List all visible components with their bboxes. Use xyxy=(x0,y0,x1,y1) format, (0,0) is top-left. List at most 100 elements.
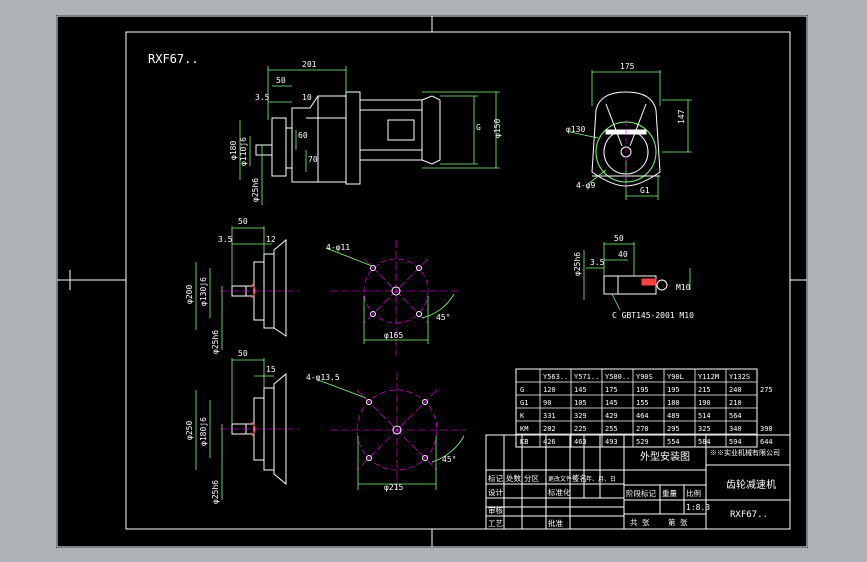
svg-text:12: 12 xyxy=(266,235,276,244)
motor-table-cell: 90 xyxy=(543,399,551,407)
svg-text:3.5: 3.5 xyxy=(255,93,270,102)
svg-text:φ150: φ150 xyxy=(493,119,502,138)
svg-text:4-φ13.5: 4-φ13.5 xyxy=(306,373,340,382)
svg-text:φ250: φ250 xyxy=(185,421,194,440)
motor-table-cell: 120 xyxy=(543,386,556,394)
svg-text:60: 60 xyxy=(298,131,308,140)
motor-table-header: Y90L xyxy=(667,373,684,381)
drawing-sheet xyxy=(56,15,808,548)
motor-table-header: Y571.. xyxy=(574,373,599,381)
svg-text:共 张: 共 张 xyxy=(630,518,650,527)
motor-table-header: Y563.. xyxy=(543,373,568,381)
svg-text:3.5: 3.5 xyxy=(218,235,233,244)
svg-text:分区: 分区 xyxy=(524,474,539,483)
motor-table-cell: 529 xyxy=(636,438,649,446)
svg-text:φ165: φ165 xyxy=(384,331,403,340)
motor-table-header: Y580.. xyxy=(605,373,630,381)
cad-viewport: RXF67.. 201 50 3.5 10 60 70 φ180 φ110j6 … xyxy=(0,0,867,562)
motor-table-cell: 464 xyxy=(636,412,649,420)
svg-text:φ25h6: φ25h6 xyxy=(573,252,582,276)
motor-table-cell: 180 xyxy=(667,399,680,407)
motor-table-cell: 195 xyxy=(636,386,649,394)
svg-text:φ130: φ130 xyxy=(566,125,585,134)
svg-text:φ110j6: φ110j6 xyxy=(239,137,248,166)
motor-table-header: Y132S xyxy=(729,373,750,381)
svg-text:第 张: 第 张 xyxy=(668,517,688,527)
motor-table-cell: 584 xyxy=(698,438,711,446)
svg-text:45°: 45° xyxy=(442,455,456,464)
svg-text:50: 50 xyxy=(276,76,286,85)
svg-text:年、月、日: 年、月、日 xyxy=(586,475,616,483)
motor-table-cell: 426 xyxy=(543,438,556,446)
svg-text:175: 175 xyxy=(620,62,635,71)
motor-table-cell: 340 xyxy=(729,425,742,433)
svg-text:φ25h6: φ25h6 xyxy=(251,178,260,202)
svg-text:M10: M10 xyxy=(676,283,691,292)
svg-text:外型安装图: 外型安装图 xyxy=(640,450,690,463)
svg-text:φ25h6: φ25h6 xyxy=(211,330,220,354)
motor-table-cell: KM xyxy=(520,425,528,433)
svg-text:15: 15 xyxy=(266,365,276,374)
svg-text:φ180: φ180 xyxy=(229,141,238,160)
motor-table-cell: 105 xyxy=(574,399,587,407)
svg-text:φ215: φ215 xyxy=(384,483,403,492)
motor-table-header: Y112M xyxy=(698,373,719,381)
motor-table-cell: 644 xyxy=(760,438,773,446)
svg-text:批准: 批准 xyxy=(548,518,563,528)
svg-text:φ25h6: φ25h6 xyxy=(211,480,220,504)
motor-table-cell: 175 xyxy=(605,386,618,394)
svg-text:G: G xyxy=(476,123,481,132)
svg-text:50: 50 xyxy=(238,349,248,358)
motor-table-cell: 190 xyxy=(698,399,711,407)
model-label: RXF67.. xyxy=(148,52,199,66)
svg-text:φ130j6: φ130j6 xyxy=(199,277,208,306)
motor-table-cell: 270 xyxy=(636,425,649,433)
svg-text:重量: 重量 xyxy=(662,489,677,498)
svg-text:3.5: 3.5 xyxy=(590,258,605,267)
svg-text:标记: 标记 xyxy=(488,473,503,483)
motor-table-cell: 390 xyxy=(760,425,773,433)
svg-text:处数: 处数 xyxy=(506,473,521,483)
svg-text:50: 50 xyxy=(238,217,248,226)
motor-table-cell: 225 xyxy=(574,425,587,433)
motor-table-cell: 195 xyxy=(667,386,680,394)
svg-text:10: 10 xyxy=(302,93,312,102)
svg-text:标准化: 标准化 xyxy=(548,487,571,497)
motor-table-header: Y90S xyxy=(636,373,653,381)
svg-text:40: 40 xyxy=(618,250,628,259)
motor-table-cell: 275 xyxy=(760,386,773,394)
svg-text:设计: 设计 xyxy=(488,487,503,497)
svg-text:201: 201 xyxy=(302,60,317,69)
svg-text:50: 50 xyxy=(614,234,624,243)
svg-text:φ200: φ200 xyxy=(185,285,194,304)
svg-text:147: 147 xyxy=(677,109,686,124)
motor-table-cell: KB xyxy=(520,438,528,446)
motor-table-cell: 554 xyxy=(667,438,680,446)
svg-text:比例: 比例 xyxy=(686,488,701,498)
svg-text:签名: 签名 xyxy=(572,473,587,483)
motor-table-cell: 255 xyxy=(605,425,618,433)
svg-text:阶段标记: 阶段标记 xyxy=(626,488,656,498)
svg-text:工艺: 工艺 xyxy=(488,519,503,528)
svg-text:G1: G1 xyxy=(640,186,650,195)
motor-table-cell: 514 xyxy=(698,412,711,420)
motor-table-cell: 463 xyxy=(574,438,587,446)
motor-table-cell: 493 xyxy=(605,438,618,446)
svg-text:审核: 审核 xyxy=(488,505,503,515)
svg-text:RXF67..: RXF67.. xyxy=(730,510,768,520)
svg-text:70: 70 xyxy=(308,155,318,164)
motor-table-cell: 331 xyxy=(543,412,556,420)
svg-text:※※实业机械有限公司: ※※实业机械有限公司 xyxy=(710,448,780,457)
svg-text:1:8.3: 1:8.3 xyxy=(686,503,710,512)
svg-text:φ180j6: φ180j6 xyxy=(199,417,208,446)
motor-table-cell: G xyxy=(520,386,524,394)
motor-table-cell: 295 xyxy=(667,425,680,433)
motor-table-cell: 210 xyxy=(729,399,742,407)
motor-table-cell: 325 xyxy=(698,425,711,433)
cad-drawing: RXF67.. 201 50 3.5 10 60 70 φ180 φ110j6 … xyxy=(56,15,808,548)
svg-text:45°: 45° xyxy=(436,313,450,322)
motor-table-cell: 145 xyxy=(574,386,587,394)
motor-table-cell: 202 xyxy=(543,425,556,433)
motor-table-cell: 429 xyxy=(605,412,618,420)
motor-table-cell: 564 xyxy=(729,412,742,420)
